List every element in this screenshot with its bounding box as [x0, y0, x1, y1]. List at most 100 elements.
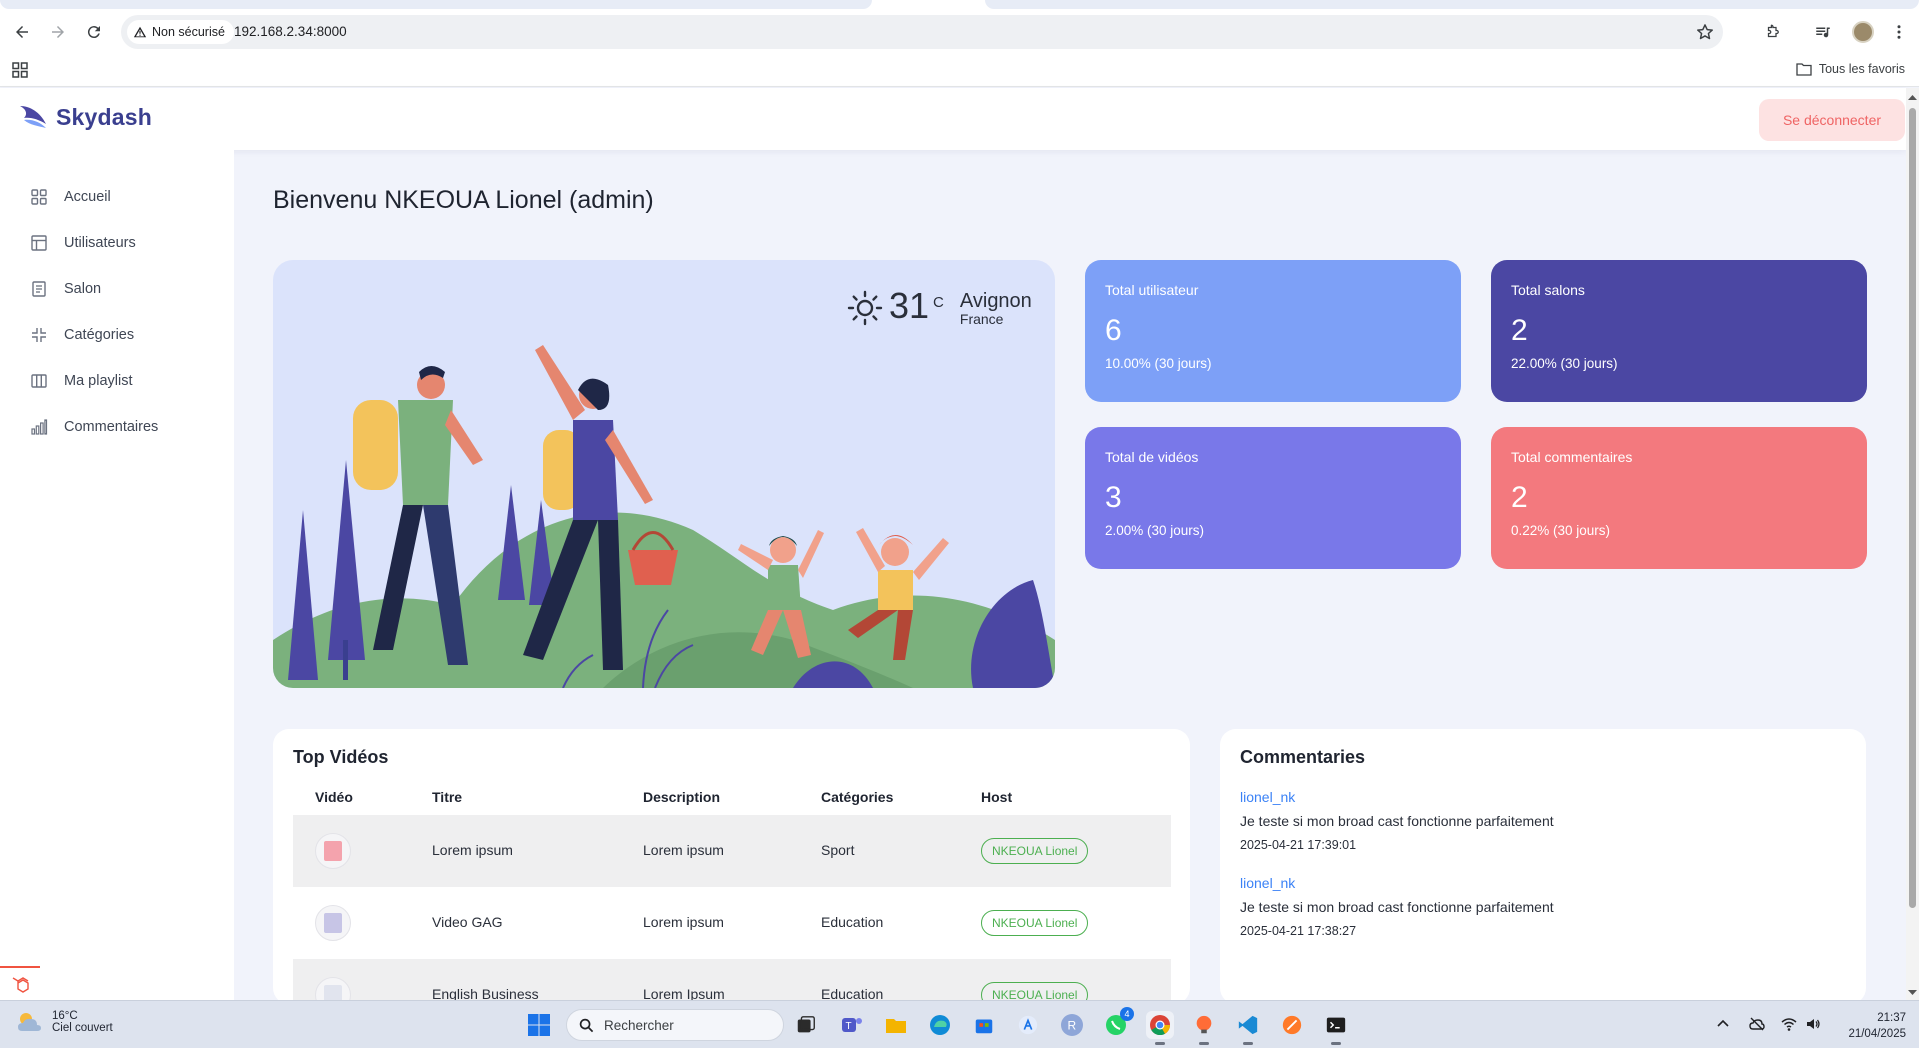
volume-icon[interactable] — [1804, 1015, 1822, 1033]
sidebar-item-label: Ma playlist — [64, 373, 133, 389]
security-chip[interactable]: Non sécurisé — [127, 20, 234, 44]
search-placeholder: Rechercher — [604, 1017, 674, 1033]
playlist-icon — [1816, 27, 1830, 38]
sidebar-item-salon[interactable]: Salon — [30, 280, 101, 298]
weather-city: Avignon — [959, 290, 1032, 312]
r-avatar-icon: R — [1061, 1014, 1083, 1036]
browser-toolbar: Non sécurisé 192.168.2.34:8000 — [0, 10, 1919, 54]
video-category: Sport — [821, 842, 855, 858]
stat-value: 2 — [1511, 481, 1528, 514]
logout-button[interactable]: Se déconnecter — [1759, 99, 1905, 141]
teams-app[interactable]: T — [838, 1011, 866, 1039]
sidebar-item-accueil[interactable]: Accueil — [30, 188, 111, 206]
windows-start-icon[interactable] — [527, 1013, 551, 1037]
chevron-up-icon[interactable] — [1714, 1015, 1732, 1033]
page-scrollbar[interactable] — [1906, 88, 1919, 1000]
debug-bar-toggle[interactable] — [0, 966, 40, 1000]
sidebar-item-categories[interactable]: Catégories — [30, 326, 134, 344]
table-row[interactable]: Lorem ipsum Lorem ipsum Sport NKEOUA Lio… — [293, 815, 1171, 887]
chrome-app[interactable] — [1146, 1011, 1174, 1045]
task-view-app[interactable] — [792, 1011, 820, 1039]
extensions-button[interactable] — [1762, 21, 1784, 43]
comment-date: 2025-04-21 17:39:01 — [1240, 838, 1357, 852]
video-description: Lorem ipsum — [643, 842, 724, 858]
bar-chart-icon — [31, 419, 48, 435]
r-app[interactable]: R — [1058, 1011, 1086, 1039]
taskbar-weather-temp: 16°C — [52, 1010, 78, 1022]
store-icon — [975, 1019, 993, 1034]
browser-tab[interactable] — [985, 0, 1919, 9]
postman-app[interactable] — [1190, 1011, 1218, 1045]
tab-strip — [0, 0, 1919, 10]
top-videos-table: Vidéo Titre Description Catégories Host … — [293, 779, 1171, 1031]
all-bookmarks-button[interactable]: Tous les favoris — [1796, 62, 1905, 76]
sidebar: Accueil Utilisateurs Salon Catégories Ma… — [0, 150, 234, 1000]
hero-illustration-card: 31 C Avignon France — [273, 260, 1055, 688]
reload-button[interactable] — [80, 18, 108, 46]
store-app[interactable] — [970, 1011, 998, 1039]
logo-text: Skydash — [56, 103, 153, 130]
weather-country: France — [959, 311, 1004, 327]
document-icon — [32, 281, 46, 297]
browser-tab[interactable] — [0, 0, 872, 9]
sidebar-item-label: Accueil — [64, 189, 111, 205]
comment-user-link[interactable]: lionel_nk — [1240, 875, 1554, 891]
wifi-icon[interactable] — [1780, 1015, 1798, 1033]
comment-item: lionel_nk Je teste si mon broad cast fon… — [1240, 789, 1554, 852]
video-thumbnail[interactable] — [315, 905, 351, 941]
vscode-app[interactable] — [1234, 1011, 1262, 1045]
media-control-button[interactable] — [1812, 21, 1834, 43]
sidebar-item-utilisateurs[interactable]: Utilisateurs — [30, 234, 136, 252]
taskbar-clock[interactable]: 21:37 21/04/2025 — [1832, 1010, 1906, 1042]
taskbar-weather[interactable]: 16°C Ciel couvert — [14, 1009, 113, 1035]
stat-change: 10.00% (30 jours) — [1105, 356, 1212, 371]
scroll-down-icon[interactable] — [1906, 988, 1919, 998]
task-view-icon — [797, 1016, 815, 1033]
taskbar-search[interactable]: Rechercher — [566, 1009, 784, 1041]
apps-grid-icon[interactable] — [12, 62, 28, 78]
laravel-icon — [12, 977, 29, 993]
sublime-app[interactable] — [1278, 1011, 1306, 1039]
lightbulb-icon — [1196, 1015, 1212, 1034]
url-text[interactable]: 192.168.2.34:8000 — [234, 24, 347, 39]
svg-text:R: R — [1068, 1019, 1077, 1033]
video-title: Video GAG — [432, 914, 503, 930]
teams-icon: T — [842, 1018, 862, 1032]
comments-title: Commentaries — [1240, 747, 1366, 767]
columns-icon — [31, 374, 47, 388]
cloud-off-icon[interactable] — [1748, 1015, 1766, 1033]
feather-icon — [1282, 1015, 1302, 1035]
stat-value: 3 — [1105, 481, 1122, 514]
stat-title: Total utilisateur — [1105, 282, 1199, 298]
comment-user-link[interactable]: lionel_nk — [1240, 789, 1554, 805]
bird-logo-icon — [20, 106, 46, 128]
table-row[interactable]: Video GAG Lorem ipsum Education NKEOUA L… — [293, 887, 1171, 959]
sidebar-item-commentaires[interactable]: Commentaires — [30, 418, 158, 436]
table-header: Vidéo Titre Description Catégories Host — [293, 779, 1171, 815]
terminal-app[interactable] — [1322, 1011, 1350, 1045]
star-icon[interactable] — [1695, 22, 1715, 42]
scroll-up-icon[interactable] — [1906, 92, 1919, 102]
sun-icon — [847, 290, 883, 326]
column-header: Titre — [432, 789, 463, 805]
logo[interactable]: Skydash — [18, 102, 152, 132]
layout-icon — [31, 235, 47, 251]
edge-app[interactable] — [926, 1011, 954, 1039]
whatsapp-app[interactable]: 4 — [1102, 1007, 1134, 1039]
vscode-icon — [1238, 1015, 1258, 1035]
sidebar-item-ma-playlist[interactable]: Ma playlist — [30, 372, 133, 390]
warning-icon — [133, 26, 147, 38]
scroll-thumb[interactable] — [1909, 108, 1916, 908]
back-button[interactable] — [8, 18, 36, 46]
forward-button[interactable] — [44, 18, 72, 46]
weather-widget: 31 C Avignon France — [847, 284, 1032, 328]
address-bar[interactable]: Non sécurisé 192.168.2.34:8000 — [121, 15, 1723, 49]
edge-icon — [930, 1015, 950, 1035]
browser-menu-button[interactable] — [1888, 21, 1910, 43]
collapse-icon — [32, 328, 46, 342]
video-thumbnail[interactable] — [315, 833, 351, 869]
app-store-app[interactable] — [1014, 1011, 1042, 1039]
file-explorer-app[interactable] — [882, 1011, 910, 1039]
profile-avatar[interactable] — [1852, 21, 1874, 43]
host-badge: NKEOUA Lionel — [981, 910, 1089, 936]
